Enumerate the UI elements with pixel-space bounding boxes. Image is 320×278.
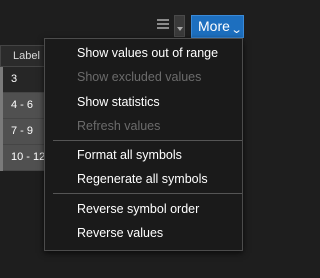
menu-item-show-excluded-values: Show excluded values xyxy=(77,70,202,84)
menu-item-format-all-symbols[interactable]: Format all symbols xyxy=(77,148,182,162)
menu-item-show-values-out-of-range[interactable]: Show values out of range xyxy=(77,46,218,60)
view-dropdown-icon[interactable] xyxy=(174,15,185,37)
list-view-icon[interactable] xyxy=(157,19,169,31)
menu-separator xyxy=(53,140,242,141)
menu-item-reverse-values[interactable]: Reverse values xyxy=(77,226,163,240)
menu-item-show-statistics[interactable]: Show statistics xyxy=(77,95,160,109)
row-selection-gutter xyxy=(0,67,3,171)
menu-separator xyxy=(53,193,242,194)
toolbar: More ⌄ xyxy=(0,0,256,42)
more-button[interactable]: More ⌄ xyxy=(191,15,244,38)
menu-item-refresh-values: Refresh values xyxy=(77,119,161,133)
menu-item-regenerate-all-symbols[interactable]: Regenerate all symbols xyxy=(77,172,208,186)
menu-item-reverse-symbol-order[interactable]: Reverse symbol order xyxy=(77,202,199,216)
more-button-label: More xyxy=(198,18,230,34)
more-menu: Show values out of range Show excluded v… xyxy=(44,38,243,251)
